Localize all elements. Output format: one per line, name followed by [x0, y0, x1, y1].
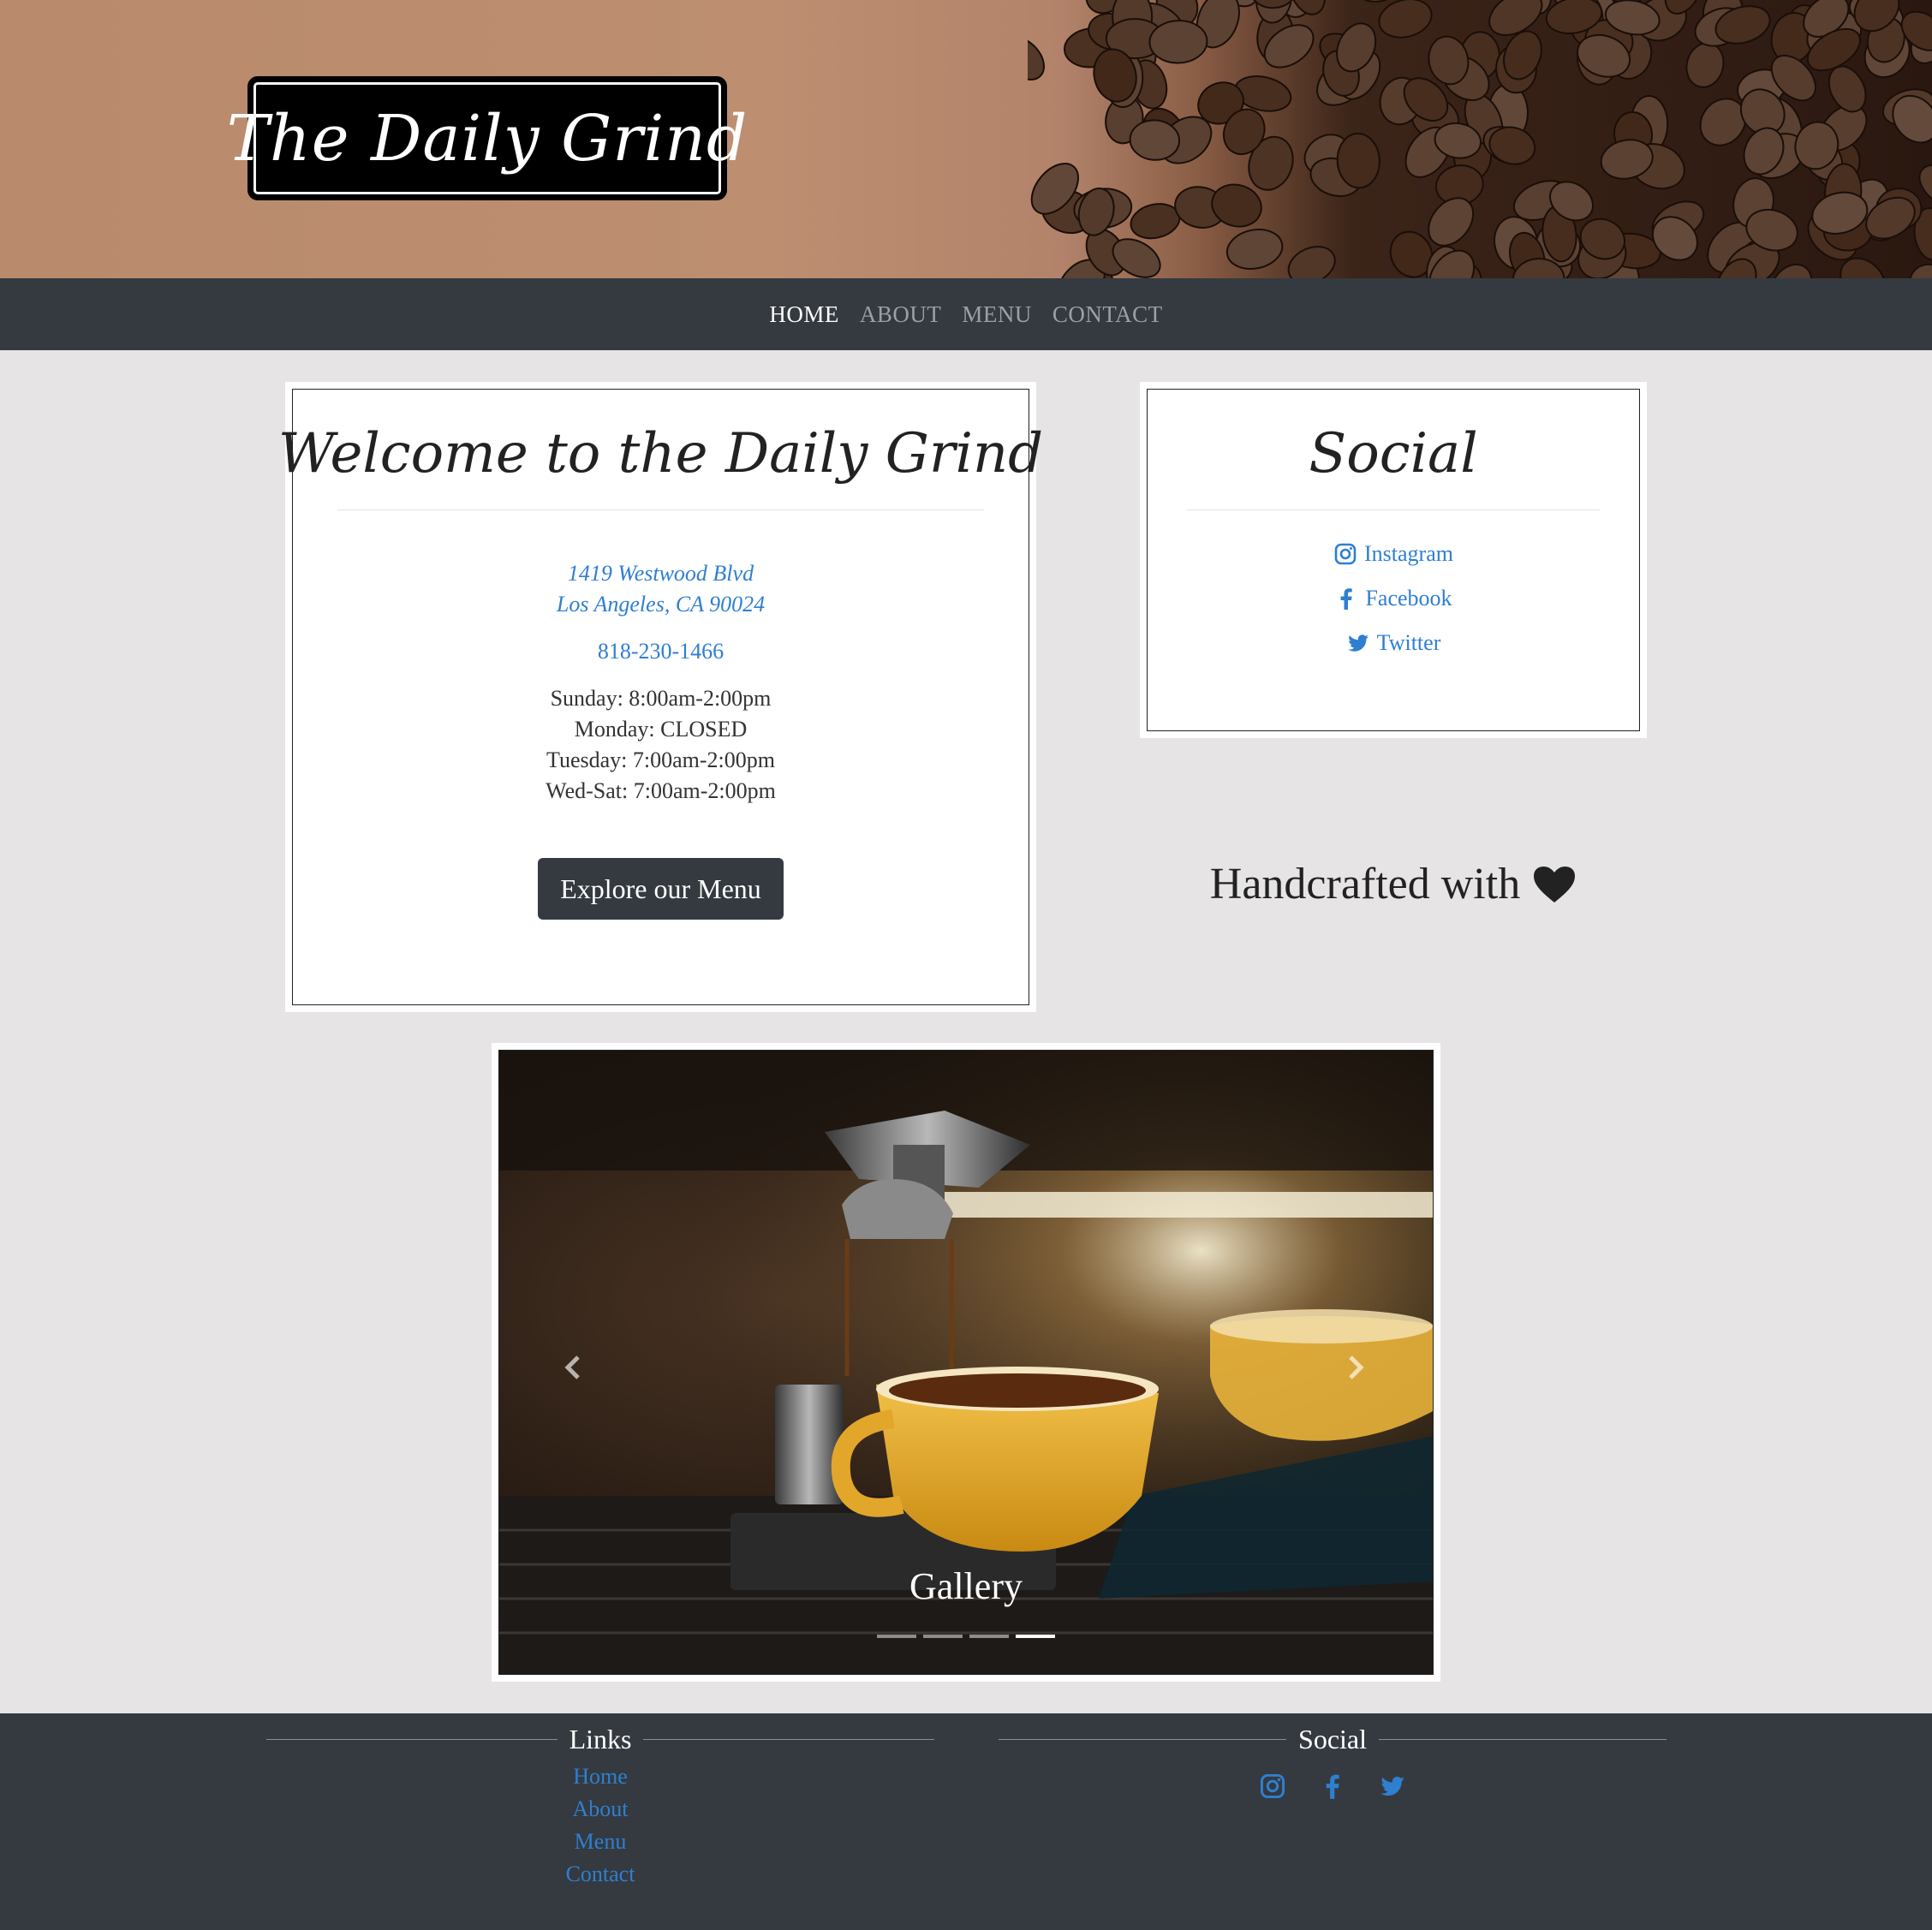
chevron-right-icon	[1349, 1355, 1364, 1379]
address-link[interactable]: 1419 Westwood Blvd Los Angeles, CA 90024	[557, 558, 765, 620]
footer-instagram-link[interactable]	[1259, 1772, 1286, 1803]
nav-menu[interactable]: MENU	[962, 301, 1032, 328]
twitter-link[interactable]: Twitter	[1346, 630, 1441, 656]
nav-contact[interactable]: CONTACT	[1052, 301, 1163, 328]
carousel-indicator[interactable]	[969, 1635, 1009, 1638]
footer-links: Home About Menu Contact	[266, 1760, 934, 1891]
footer-link-contact[interactable]: Contact	[566, 1858, 635, 1891]
heart-icon	[1534, 866, 1576, 902]
divider	[643, 1739, 935, 1740]
welcome-card: Welcome to the Daily Grind 1419 Westwood…	[278, 382, 1043, 1012]
site-logo[interactable]: The Daily Grind	[227, 76, 747, 200]
carousel-indicator-active[interactable]	[1016, 1635, 1055, 1638]
instagram-icon	[1260, 1773, 1285, 1799]
logo-text: The Daily Grind	[226, 101, 748, 176]
carousel-next-button[interactable]	[1330, 1342, 1381, 1393]
footer-link-home[interactable]: Home	[573, 1760, 628, 1793]
gallery-carousel: Gallery	[492, 1043, 1440, 1682]
footer-link-menu[interactable]: Menu	[575, 1826, 627, 1858]
twitter-label: Twitter	[1376, 630, 1441, 655]
footer-links-section: Links Home About Menu Contact	[266, 1724, 935, 1891]
opening-hours: Sunday: 8:00am-2:00pm Monday: CLOSED Tue…	[546, 683, 776, 807]
carousel-indicators	[499, 1635, 1433, 1638]
divider	[337, 509, 985, 510]
carousel-indicator[interactable]	[877, 1635, 916, 1638]
site-footer: Links Home About Menu Contact Social	[0, 1713, 1932, 1930]
phone-link[interactable]: 818-230-1466	[598, 639, 724, 664]
carousel-slide: Gallery	[498, 1050, 1434, 1675]
carousel-prev-button[interactable]	[547, 1342, 599, 1393]
hours-line: Tuesday: 7:00am-2:00pm	[546, 748, 775, 772]
divider	[266, 1739, 558, 1740]
footer-link-about[interactable]: About	[573, 1793, 629, 1826]
carousel-indicator[interactable]	[923, 1635, 963, 1638]
main-nav: HOME ABOUT MENU CONTACT	[0, 278, 1932, 350]
nav-about[interactable]: ABOUT	[860, 301, 942, 328]
divider	[1186, 509, 1601, 510]
tagline-text: Handcrafted with	[1209, 860, 1521, 908]
address-line-1: 1419 Westwood Blvd	[567, 561, 754, 586]
social-card: Social Instagram Facebook Twitter	[1140, 382, 1647, 738]
instagram-label: Instagram	[1364, 541, 1453, 566]
instagram-icon	[1334, 543, 1357, 565]
hours-line: Wed-Sat: 7:00am-2:00pm	[546, 778, 776, 803]
footer-social-section: Social	[999, 1724, 1667, 1803]
chevron-left-icon	[564, 1355, 580, 1379]
instagram-link[interactable]: Instagram	[1333, 541, 1453, 567]
hours-line: Sunday: 8:00am-2:00pm	[550, 686, 772, 711]
facebook-label: Facebook	[1365, 586, 1452, 611]
twitter-icon	[1380, 1776, 1404, 1796]
footer-facebook-link[interactable]	[1319, 1772, 1346, 1803]
footer-twitter-link[interactable]	[1379, 1772, 1406, 1803]
coffee-beans-image	[1028, 0, 1932, 278]
social-links: Instagram Facebook Twitter	[1333, 541, 1453, 656]
footer-links-heading: Links	[569, 1724, 632, 1754]
divider	[999, 1739, 1287, 1740]
twitter-icon	[1347, 634, 1368, 652]
hero-banner: The Daily Grind	[0, 0, 1932, 278]
welcome-title: Welcome to the Daily Grind	[277, 422, 1044, 485]
nav-home[interactable]: HOME	[769, 301, 839, 328]
facebook-icon	[1341, 588, 1353, 610]
explore-menu-button[interactable]: Explore our Menu	[538, 858, 784, 920]
carousel-caption: Gallery	[909, 1565, 1023, 1607]
facebook-link[interactable]: Facebook	[1334, 586, 1452, 611]
divider	[1379, 1739, 1667, 1740]
social-title: Social	[1309, 422, 1478, 485]
handcrafted-tagline: Handcrafted with	[1141, 859, 1646, 909]
hours-line: Monday: CLOSED	[574, 717, 748, 742]
address-line-2: Los Angeles, CA 90024	[556, 592, 766, 617]
footer-social-heading: Social	[1298, 1724, 1367, 1754]
footer-social-icons	[999, 1772, 1667, 1803]
facebook-icon	[1326, 1774, 1339, 1799]
